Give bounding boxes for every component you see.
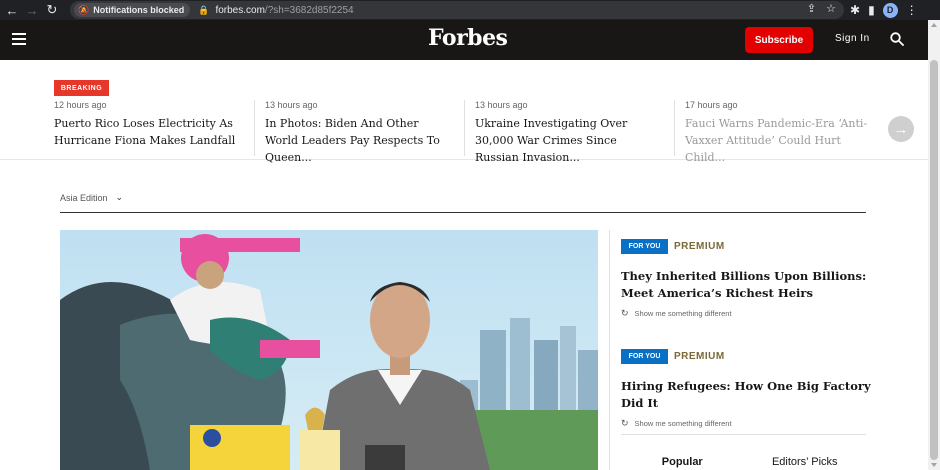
browser-toolbar: ← → ↻ 🔕 Notifications blocked 🔒 forbes.c…: [0, 0, 940, 20]
url-host: forbes.com: [215, 4, 265, 16]
hamburger-menu-icon[interactable]: [12, 33, 26, 45]
rail-headline[interactable]: They Inherited Billions Upon Billions: M…: [621, 268, 871, 302]
bookmark-star-icon[interactable]: ☆: [826, 2, 836, 15]
side-panel-icon[interactable]: ▮: [868, 3, 875, 17]
tab-editors-picks[interactable]: Editors’ Picks: [744, 456, 867, 470]
refresh-icon: ↻: [621, 418, 629, 428]
breaking-story[interactable]: 17 hours ago Fauci Warns Pandemic-Era ‘A…: [674, 100, 874, 164]
story-time: 13 hours ago: [265, 100, 318, 110]
story-headline[interactable]: Ukraine Investigating Over 30,000 War Cr…: [475, 115, 664, 166]
lock-icon[interactable]: 🔒: [198, 5, 209, 16]
for-you-badge: FOR YOU: [621, 239, 668, 254]
forbes-logo[interactable]: Forbes: [428, 25, 508, 51]
rail-tabs: Popular Editors’ Picks: [621, 456, 866, 470]
show-me-label: Show me something different: [634, 309, 732, 318]
breaking-story[interactable]: 12 hours ago Puerto Rico Loses Electrici…: [54, 100, 244, 156]
story-headline[interactable]: In Photos: Biden And Other World Leaders…: [265, 115, 454, 166]
scroll-down-icon[interactable]: [931, 463, 937, 467]
edition-divider: [60, 212, 866, 213]
rail-divider: [621, 434, 866, 435]
page-scrollbar[interactable]: [928, 20, 940, 470]
scroll-thumb[interactable]: [930, 60, 938, 460]
profile-avatar[interactable]: D: [882, 2, 898, 18]
breaking-story[interactable]: 13 hours ago Ukraine Investigating Over …: [464, 100, 664, 164]
premium-label: PREMIUM: [674, 241, 725, 252]
refresh-icon: ↻: [621, 308, 629, 318]
rail-story[interactable]: FOR YOU PREMIUM Hiring Refugees: How One…: [621, 349, 871, 429]
tab-popular[interactable]: Popular: [621, 456, 744, 470]
url-rest: /?sh=3682d85f2254: [264, 4, 354, 16]
story-time: 13 hours ago: [475, 100, 528, 110]
reload-icon[interactable]: ↻: [42, 0, 62, 20]
url-text[interactable]: forbes.com/?sh=3682d85f2254: [215, 5, 353, 16]
notifications-blocked-chip[interactable]: 🔕 Notifications blocked: [74, 3, 191, 17]
forward-arrow-icon[interactable]: →: [22, 0, 42, 20]
browser-menu-icon[interactable]: ⋮: [906, 3, 918, 17]
breaking-news-strip: BREAKING 12 hours ago Puerto Rico Loses …: [0, 60, 928, 164]
extensions-puzzle-icon[interactable]: ✱: [850, 3, 860, 17]
hero-image[interactable]: [60, 230, 598, 470]
edition-label: Asia Edition: [60, 192, 108, 203]
share-icon[interactable]: ⇪: [807, 2, 816, 15]
back-arrow-icon[interactable]: ←: [2, 0, 22, 20]
premium-label: PREMIUM: [674, 351, 725, 362]
story-time: 17 hours ago: [685, 100, 738, 110]
sign-in-link[interactable]: Sign In: [835, 33, 870, 44]
next-arrow-icon[interactable]: →: [888, 116, 914, 142]
show-me-label: Show me something different: [634, 419, 732, 428]
story-headline[interactable]: Fauci Warns Pandemic-Era ‘Anti-Vaxxer At…: [685, 115, 874, 166]
story-headline[interactable]: Puerto Rico Loses Electricity As Hurrica…: [54, 115, 244, 149]
notifications-blocked-label: Notifications blocked: [93, 5, 185, 15]
breaking-badge: BREAKING: [54, 80, 109, 96]
scroll-up-icon[interactable]: [931, 23, 937, 27]
for-you-badge: FOR YOU: [621, 349, 668, 364]
show-me-different[interactable]: ↻ Show me something different: [621, 418, 871, 429]
bell-off-icon: 🔕: [78, 4, 90, 15]
rail-headline[interactable]: Hiring Refugees: How One Big Factory Did…: [621, 378, 871, 412]
site-header: Forbes Subscribe Sign In: [0, 20, 928, 60]
show-me-different[interactable]: ↻ Show me something different: [621, 308, 871, 319]
subscribe-button[interactable]: Subscribe: [745, 27, 813, 53]
column-divider: [609, 230, 610, 470]
story-time: 12 hours ago: [54, 100, 107, 110]
address-bar[interactable]: 🔕 Notifications blocked 🔒 forbes.com/?sh…: [70, 1, 844, 19]
search-icon[interactable]: [890, 32, 904, 46]
chevron-down-icon: ⌄: [115, 192, 124, 202]
breaking-story[interactable]: 13 hours ago In Photos: Biden And Other …: [254, 100, 454, 164]
rail-story[interactable]: FOR YOU PREMIUM They Inherited Billions …: [621, 239, 871, 319]
edition-selector[interactable]: Asia Edition ⌄: [60, 192, 123, 203]
